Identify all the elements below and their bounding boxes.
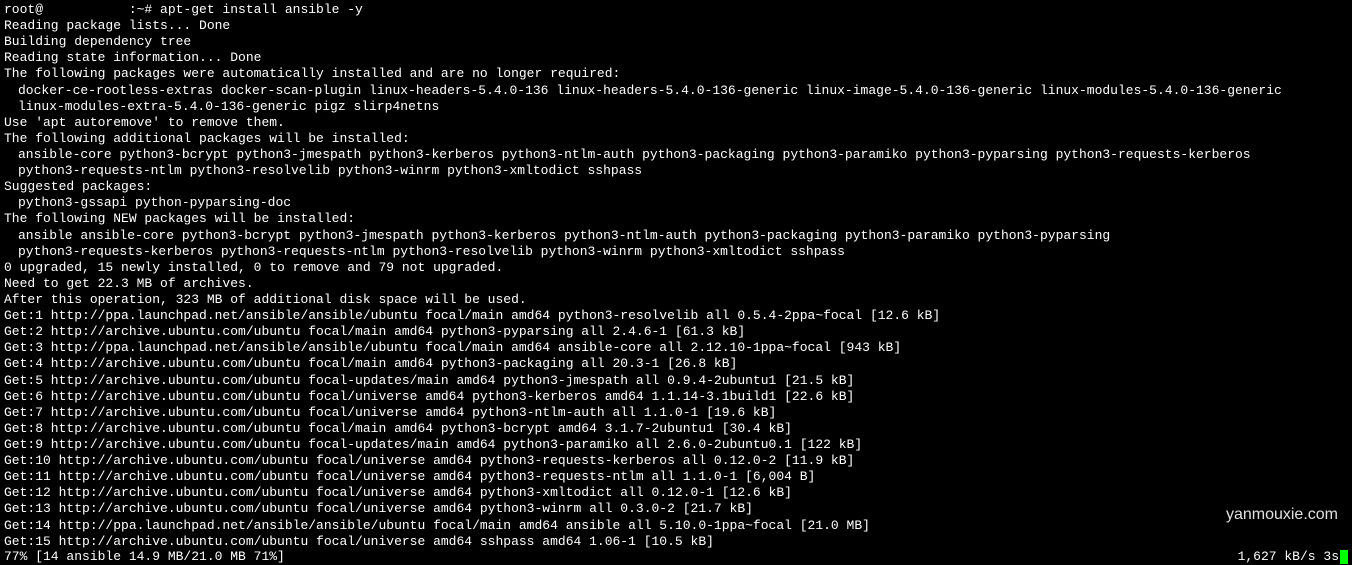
- watermark-text: yanmouxie.com: [1226, 505, 1338, 525]
- download-line: Get:13 http://archive.ubuntu.com/ubuntu …: [4, 501, 1348, 517]
- package-list-line: python3-gssapi python-pyparsing-doc: [4, 195, 1348, 211]
- download-line: Get:6 http://archive.ubuntu.com/ubuntu f…: [4, 389, 1348, 405]
- output-line: 0 upgraded, 15 newly installed, 0 to rem…: [4, 260, 1348, 276]
- download-line: Get:10 http://archive.ubuntu.com/ubuntu …: [4, 453, 1348, 469]
- package-list-line: ansible ansible-core python3-bcrypt pyth…: [4, 228, 1348, 244]
- output-line: Suggested packages:: [4, 179, 1348, 195]
- package-list-line: ansible-core python3-bcrypt python3-jmes…: [4, 147, 1348, 163]
- command-prompt: root@ :~# apt-get install ansible -y: [4, 2, 1348, 18]
- download-line: Get:9 http://archive.ubuntu.com/ubuntu f…: [4, 437, 1348, 453]
- download-line: Get:3 http://ppa.launchpad.net/ansible/a…: [4, 340, 1348, 356]
- download-line: Get:8 http://archive.ubuntu.com/ubuntu f…: [4, 421, 1348, 437]
- progress-status: 77% [14 ansible 14.9 MB/21.0 MB 71%] 1,6…: [0, 549, 1352, 565]
- download-line: Get:11 http://archive.ubuntu.com/ubuntu …: [4, 469, 1348, 485]
- cursor-icon: [1340, 550, 1348, 564]
- progress-percentage: 77% [14 ansible 14.9 MB/21.0 MB 71%]: [4, 549, 285, 565]
- download-line: Get:14 http://ppa.launchpad.net/ansible/…: [4, 518, 1348, 534]
- output-line: The following additional packages will b…: [4, 131, 1348, 147]
- package-list-line: docker-ce-rootless-extras docker-scan-pl…: [4, 83, 1348, 99]
- package-list-line: python3-requests-kerberos python3-reques…: [4, 244, 1348, 260]
- terminal-output[interactable]: root@ :~# apt-get install ansible -y Rea…: [4, 2, 1348, 550]
- download-line: Get:1 http://ppa.launchpad.net/ansible/a…: [4, 308, 1348, 324]
- download-line: Get:2 http://archive.ubuntu.com/ubuntu f…: [4, 324, 1348, 340]
- output-line: After this operation, 323 MB of addition…: [4, 292, 1348, 308]
- output-line: Reading package lists... Done: [4, 18, 1348, 34]
- output-line: Need to get 22.3 MB of archives.: [4, 276, 1348, 292]
- download-line: Get:12 http://archive.ubuntu.com/ubuntu …: [4, 485, 1348, 501]
- download-line: Get:15 http://archive.ubuntu.com/ubuntu …: [4, 534, 1348, 550]
- output-line: Building dependency tree: [4, 34, 1348, 50]
- progress-speed: 1,627 kB/s 3s: [1238, 549, 1348, 565]
- download-line: Get:5 http://archive.ubuntu.com/ubuntu f…: [4, 373, 1348, 389]
- output-line: The following packages were automaticall…: [4, 66, 1348, 82]
- output-line: The following NEW packages will be insta…: [4, 211, 1348, 227]
- package-list-line: linux-modules-extra-5.4.0-136-generic pi…: [4, 99, 1348, 115]
- download-line: Get:7 http://archive.ubuntu.com/ubuntu f…: [4, 405, 1348, 421]
- package-list-line: python3-requests-ntlm python3-resolvelib…: [4, 163, 1348, 179]
- output-line: Use 'apt autoremove' to remove them.: [4, 115, 1348, 131]
- download-line: Get:4 http://archive.ubuntu.com/ubuntu f…: [4, 356, 1348, 372]
- output-line: Reading state information... Done: [4, 50, 1348, 66]
